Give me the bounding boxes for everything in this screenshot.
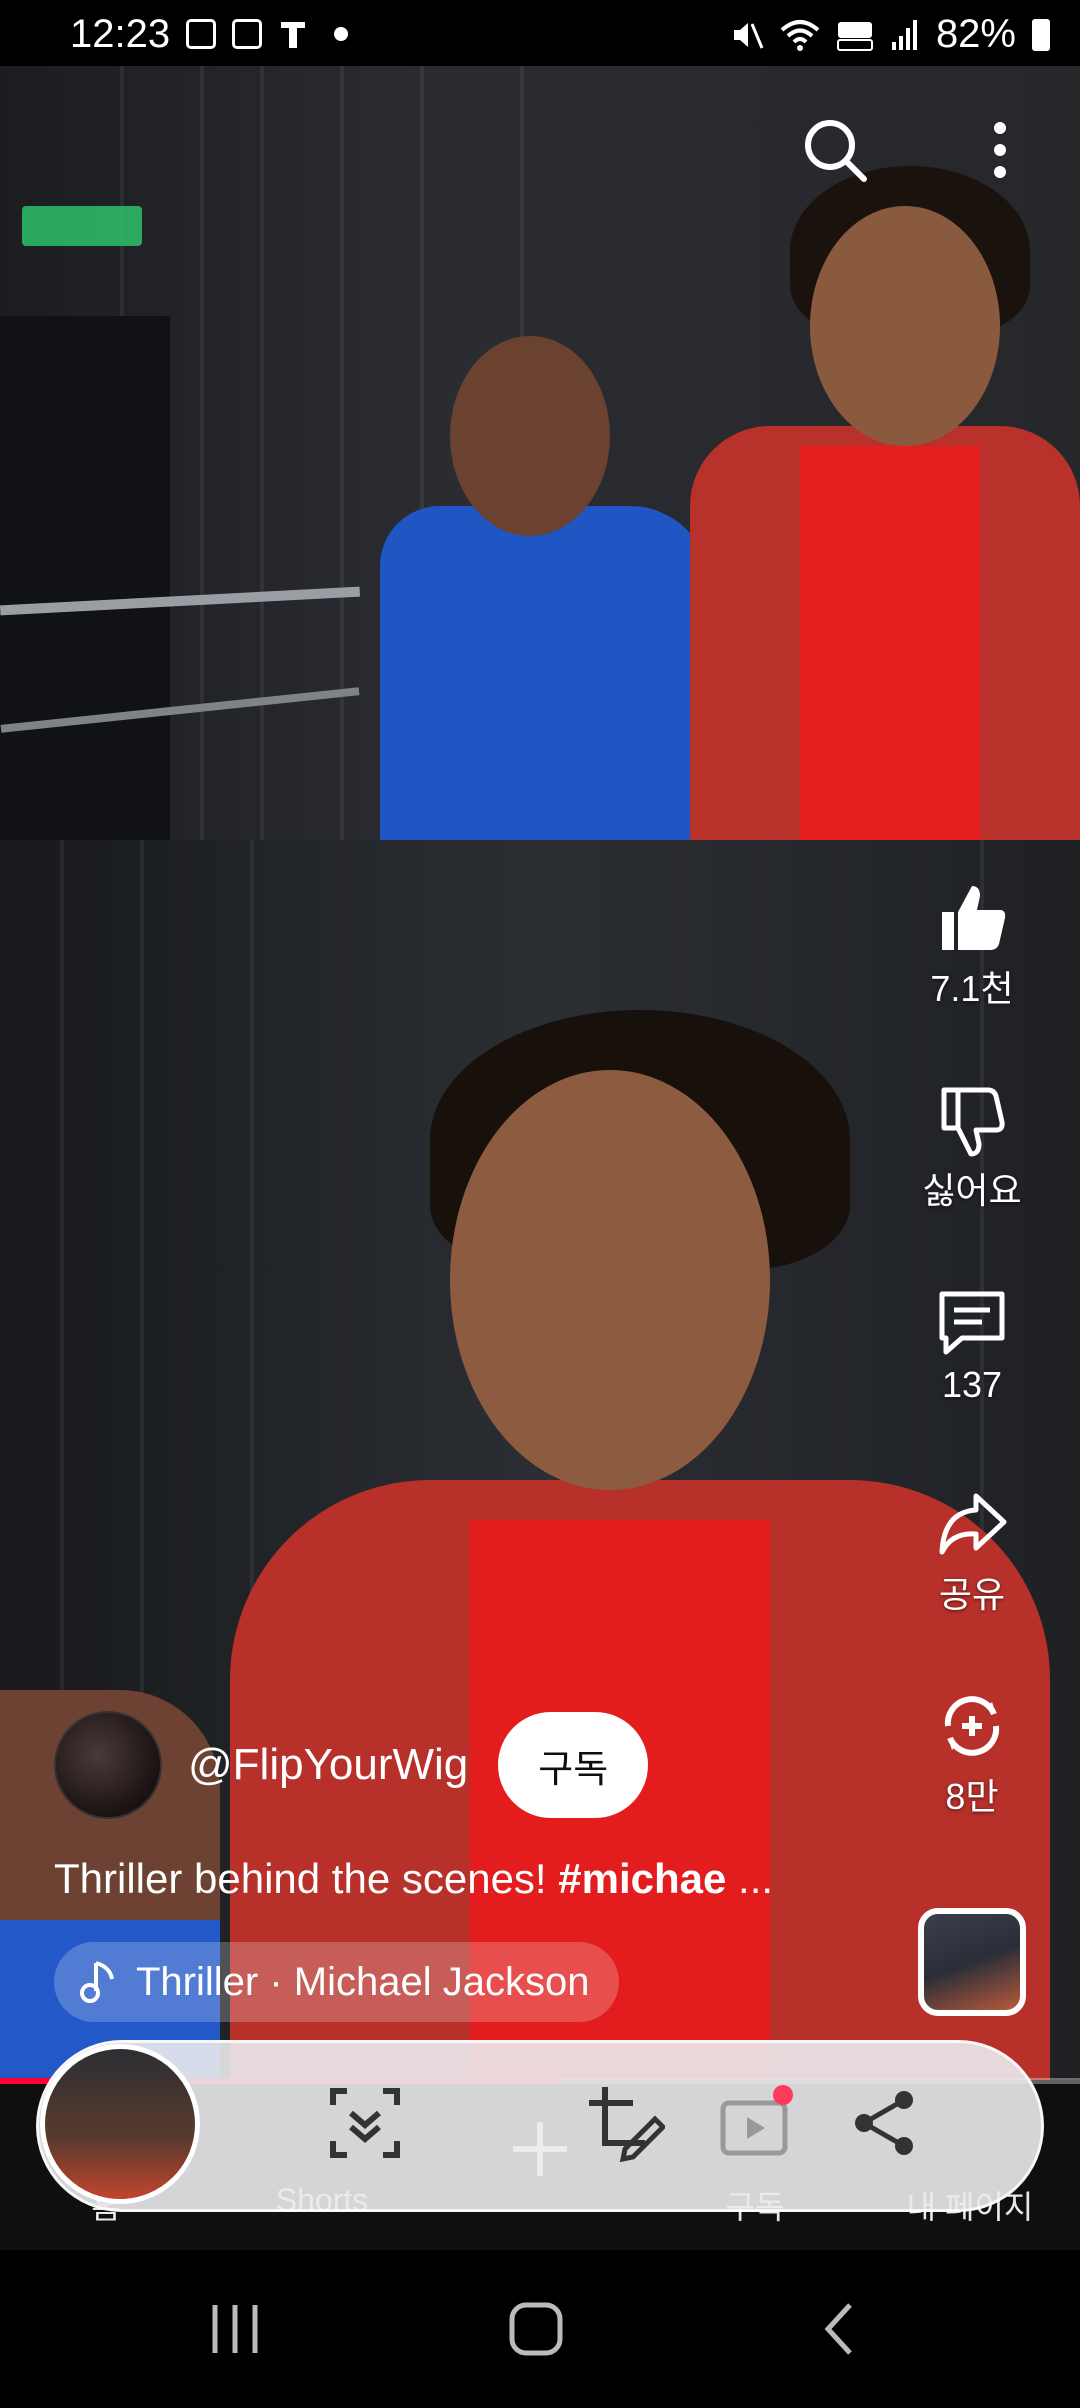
- description-ellipsis: ...: [726, 1855, 774, 1902]
- remix-button[interactable]: 8만: [892, 1688, 1052, 1820]
- gallery-icon: [186, 19, 216, 49]
- tag-button[interactable]: [710, 2078, 800, 2168]
- remix-icon: [944, 1696, 1000, 1756]
- media-folder-icon: [720, 2085, 793, 2156]
- system-navigation-bar: [0, 2250, 1080, 2408]
- calendar-icon: [232, 19, 262, 49]
- battery-percent: 82%: [935, 12, 1016, 56]
- share-arrow-icon: [939, 1493, 1007, 1555]
- music-pill[interactable]: Thriller · Michael Jackson: [54, 1942, 620, 2022]
- dislike-label: 싫어요: [922, 1170, 1022, 1211]
- notification-icons: [186, 18, 348, 50]
- back-chevron-icon: [824, 2303, 852, 2355]
- screenshot-thumbnail[interactable]: [40, 2044, 200, 2204]
- more-options-button[interactable]: [975, 110, 1025, 190]
- remix-count: 8만: [945, 1776, 999, 1817]
- home-square-icon: [509, 2302, 563, 2356]
- comments-button[interactable]: 137: [892, 1284, 1052, 1406]
- music-note-icon: [80, 1961, 114, 2003]
- comment-count: 137: [941, 1364, 1003, 1405]
- hd-voice-icon: [836, 21, 873, 51]
- description-text: Thriller behind the scenes!: [54, 1855, 559, 1902]
- description-hashtag[interactable]: #michae: [558, 1855, 726, 1902]
- home-button[interactable]: [456, 2250, 616, 2408]
- dislike-button[interactable]: 싫어요: [892, 1082, 1052, 1214]
- channel-handle[interactable]: @FlipYourWig: [188, 1740, 468, 1790]
- status-bar: 12:23 82%: [0, 0, 1080, 66]
- share-nodes-icon: [855, 2091, 913, 2155]
- video-frame-top: [0, 66, 1080, 840]
- status-time: 12:23: [70, 12, 171, 56]
- channel-row: @FlipYourWig 구독: [54, 1710, 649, 1820]
- mute-icon: [733, 22, 764, 49]
- subscribe-button[interactable]: 구독: [498, 1712, 649, 1818]
- battery-icon: [1032, 18, 1050, 51]
- scroll-capture-icon: [330, 2088, 400, 2158]
- recent-apps-icon: [212, 2305, 258, 2353]
- search-icon: [805, 120, 867, 182]
- back-button[interactable]: [760, 2250, 920, 2408]
- like-count: 7.1천: [930, 968, 1014, 1009]
- crop-pen-icon: [589, 2087, 665, 2163]
- scroll-capture-button[interactable]: [320, 2078, 410, 2168]
- more-vertical-icon: [994, 122, 1006, 178]
- comment-icon: [939, 1291, 1005, 1355]
- share-button[interactable]: 공유: [892, 1486, 1052, 1618]
- system-status-icons: 82%: [730, 12, 1050, 57]
- draw-crop-button[interactable]: [580, 2078, 670, 2168]
- recent-apps-button[interactable]: [155, 2250, 315, 2408]
- wifi-icon: [780, 19, 820, 51]
- video-description[interactable]: Thriller behind the scenes! #michae ...: [54, 1855, 773, 1903]
- thumbs-up-icon: [942, 886, 1006, 950]
- channel-avatar[interactable]: [54, 1711, 162, 1819]
- signal-icon: [891, 19, 917, 50]
- share-label: 공유: [938, 1574, 1006, 1615]
- like-button[interactable]: 7.1천: [892, 880, 1052, 1012]
- t-icon: [281, 22, 305, 48]
- share-screenshot-button[interactable]: [840, 2078, 930, 2168]
- search-button[interactable]: [795, 110, 875, 190]
- thumbs-down-icon: [941, 1087, 1005, 1157]
- dot-icon: [334, 27, 348, 41]
- album-art-thumbnail[interactable]: [918, 1908, 1026, 2016]
- music-label: Thriller · Michael Jackson: [136, 1959, 590, 2004]
